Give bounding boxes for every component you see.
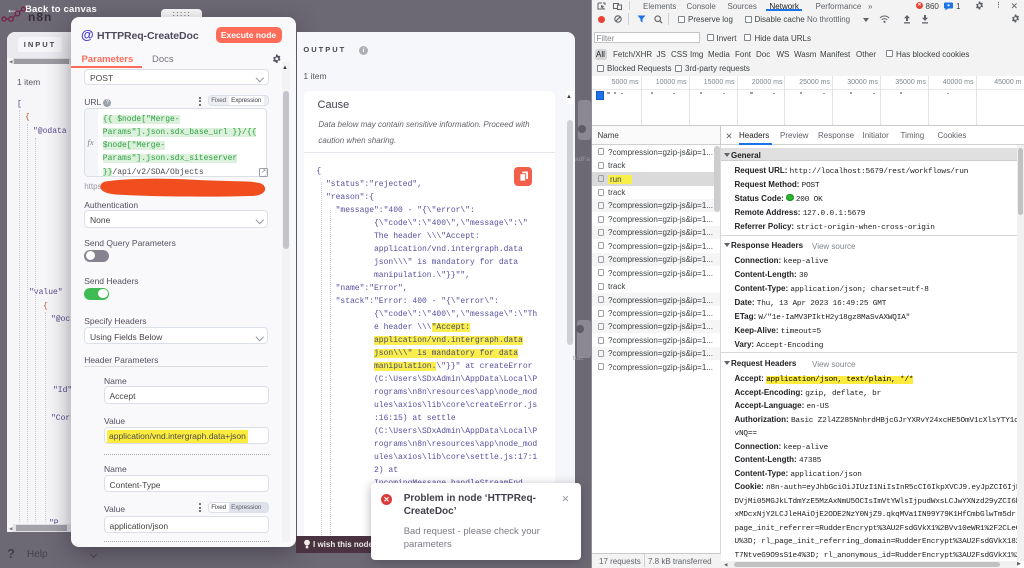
svg-text:n8n: n8n (28, 10, 52, 24)
